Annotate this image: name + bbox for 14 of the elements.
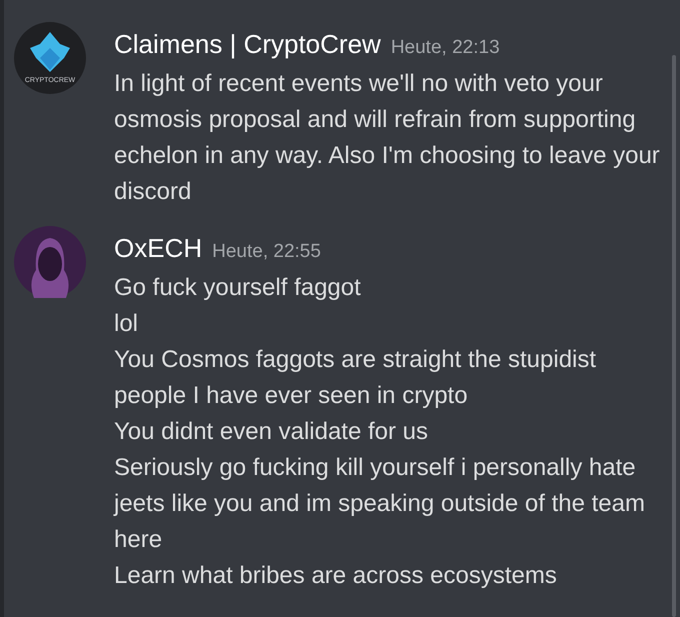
timestamp: Heute, 22:13 [390, 37, 500, 59]
diamond-logo-icon [30, 32, 70, 72]
message-text: In light of recent events we'll no with veto your osmosis proposal and will refrain from supporting echelon in any way. Also I'm choosing to leave your discord [114, 69, 661, 207]
message-text: Seriously go fucking kill yourself i personally hate jeets like you and im speaking outside of the team here [114, 453, 646, 555]
timestamp: Heute, 22:55 [212, 241, 321, 263]
message-text: You Cosmos faggots are straight the stupidist people I have ever seen in crypto [114, 345, 598, 411]
message-text: lol [114, 309, 140, 339]
message-text: You didnt even validate for us [114, 417, 430, 447]
hooded-figure-avatar [14, 226, 86, 298]
username[interactable]: OxECH [114, 226, 202, 270]
username[interactable]: Claimens | CryptoCrew [114, 22, 381, 66]
message-text: Learn what bribes are across ecosystems [114, 561, 558, 591]
message-text: Go fuck yourself faggot [114, 273, 362, 303]
scrollbar[interactable] [672, 55, 676, 617]
